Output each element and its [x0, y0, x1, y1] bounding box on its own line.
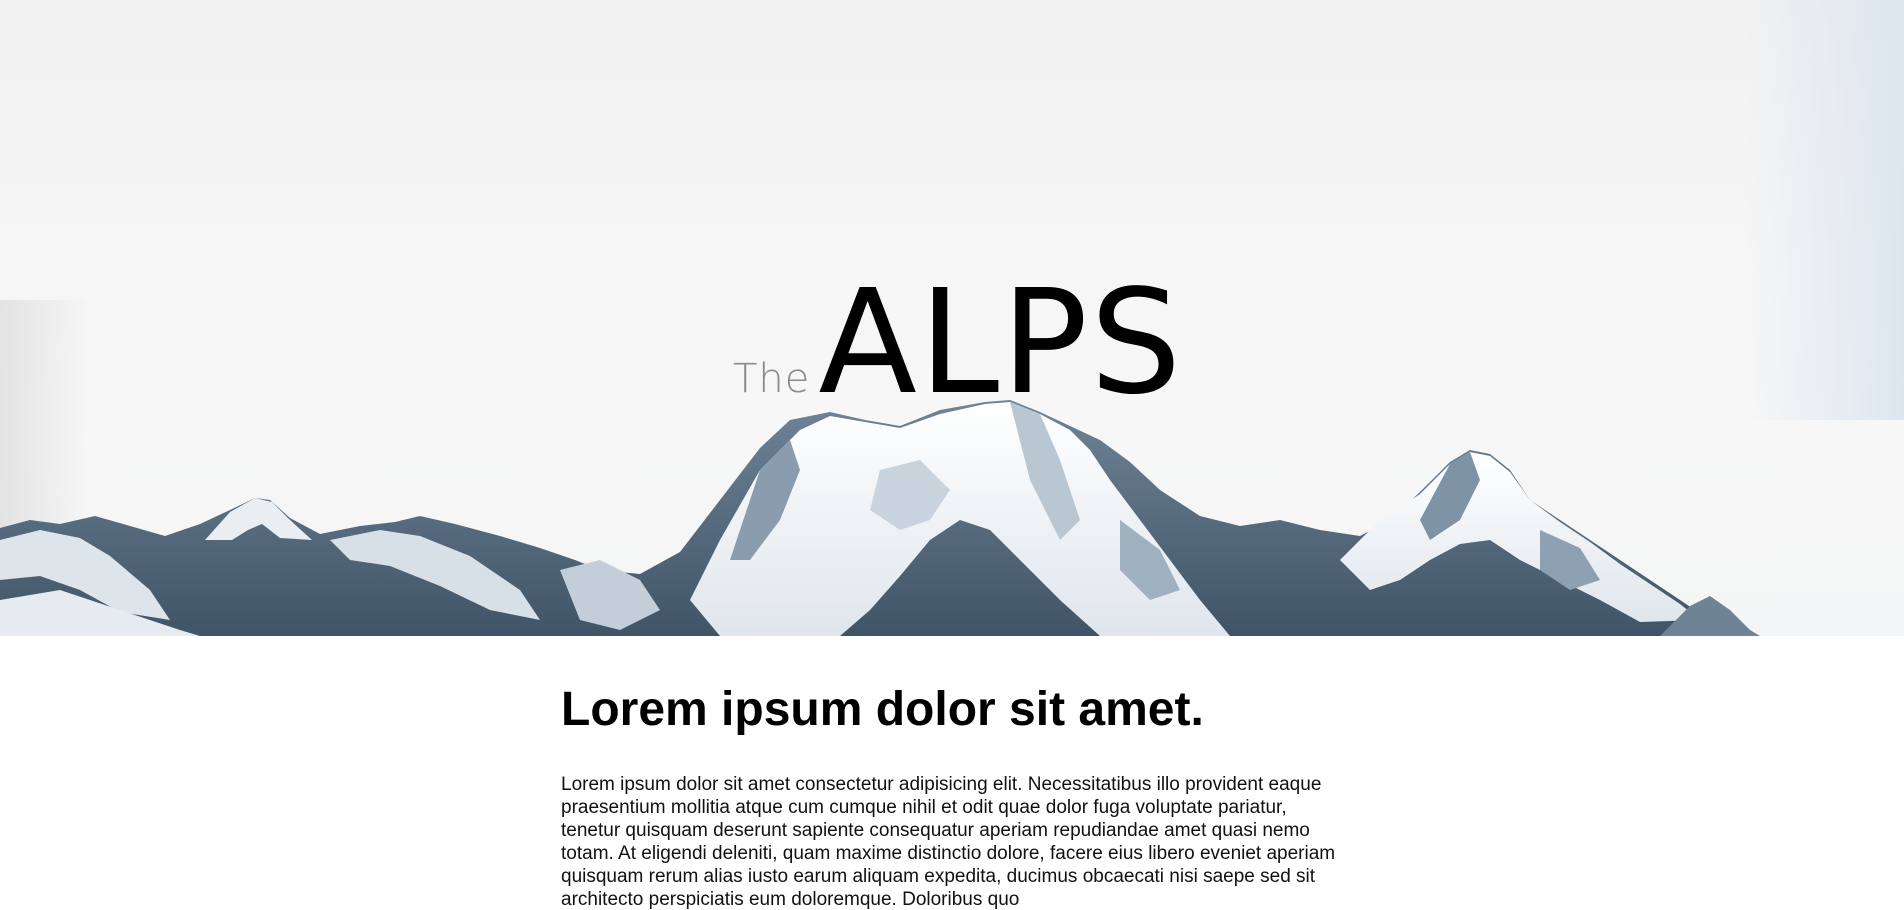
hero-title-prefix: The [733, 356, 811, 402]
article-heading: Lorem ipsum dolor sit amet. [561, 683, 1204, 736]
hero-banner: TheALPS [0, 0, 1904, 636]
hero-title-main: ALPS [818, 258, 1184, 426]
page: TheALPS Lorem ipsum dolor sit amet. Lore… [0, 0, 1904, 910]
article: Lorem ipsum dolor sit amet. Lorem ipsum … [561, 683, 1343, 910]
article-body: Lorem ipsum dolor sit amet consectetur a… [561, 773, 1336, 910]
hero-title: TheALPS [733, 270, 1183, 420]
